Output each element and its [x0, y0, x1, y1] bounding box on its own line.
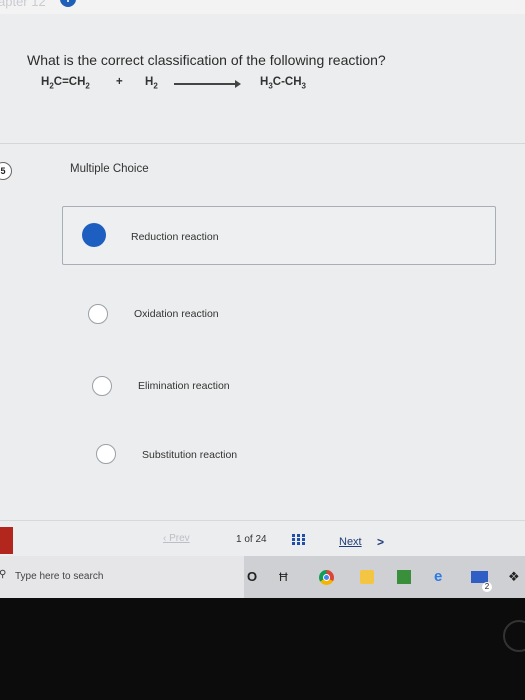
- option-radio-elimination[interactable]: [92, 376, 112, 396]
- prev-button[interactable]: ‹ Prev: [163, 533, 190, 544]
- next-button[interactable]: Next: [339, 536, 362, 548]
- option-label-elimination[interactable]: Elimination reaction: [138, 380, 230, 392]
- side-tab[interactable]: [0, 527, 13, 554]
- search-icon: ⚲: [0, 569, 7, 580]
- section-divider: [0, 143, 525, 144]
- selected-option-box[interactable]: [62, 206, 496, 265]
- option-radio-oxidation[interactable]: [88, 304, 108, 324]
- cortana-icon[interactable]: O: [247, 569, 257, 585]
- laptop-bezel: [0, 598, 525, 700]
- taskbar-search-placeholder[interactable]: Type here to search: [15, 571, 103, 582]
- reactant-hydrogen: H2: [145, 76, 158, 91]
- mail-badge: 2: [482, 582, 492, 592]
- question-text: What is the correct classification of th…: [27, 52, 386, 68]
- option-radio-reduction[interactable]: [82, 223, 106, 247]
- edge-icon[interactable]: e: [434, 569, 442, 585]
- answer-type-label: Multiple Choice: [70, 163, 149, 175]
- option-label-reduction[interactable]: Reduction reaction: [131, 231, 219, 243]
- question-number-badge: 5: [0, 162, 12, 180]
- page-indicator: 1 of 24: [236, 534, 267, 545]
- dropbox-icon[interactable]: ❖: [508, 569, 520, 585]
- chevron-right-icon[interactable]: >: [377, 535, 384, 549]
- option-label-oxidation[interactable]: Oxidation reaction: [134, 308, 219, 320]
- question-grid-icon[interactable]: [292, 533, 305, 546]
- reactant-ethene: H2C=CH2: [41, 76, 90, 91]
- task-view-icon[interactable]: Ħ: [279, 569, 288, 585]
- chapter-title: apter 12: [0, 0, 46, 9]
- photos-icon[interactable]: [397, 570, 411, 584]
- top-bar: [0, 0, 525, 14]
- product-ethane: H3C-CH3: [260, 76, 306, 91]
- reaction-arrow: [174, 80, 241, 88]
- footer-divider: [0, 520, 525, 521]
- plus-sign: +: [116, 76, 123, 88]
- store-icon[interactable]: [360, 570, 374, 584]
- option-label-substitution[interactable]: Substitution reaction: [142, 449, 237, 461]
- option-radio-substitution[interactable]: [96, 444, 116, 464]
- chrome-icon[interactable]: [319, 570, 334, 585]
